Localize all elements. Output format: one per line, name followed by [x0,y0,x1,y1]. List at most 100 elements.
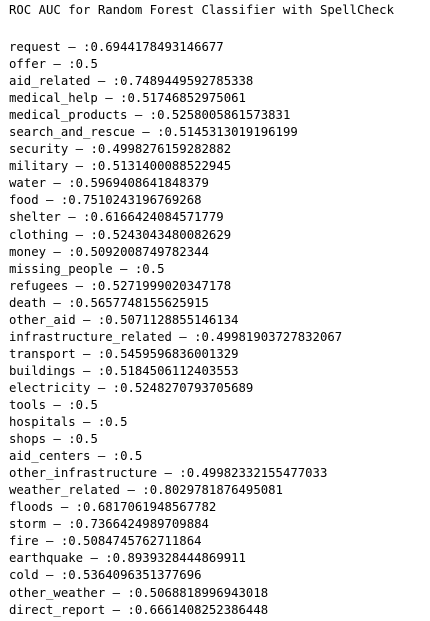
list-item: medical_products – :0.5258005861573831 [9,107,427,124]
roc-auc-value: 0.5 [120,449,143,464]
list-item: tools – :0.5 [9,397,427,414]
separator: – : [38,534,69,549]
roc-auc-value: 0.8939328444869911 [112,551,246,566]
document-title: ROC AUC for Random Forest Classifier wit… [9,3,394,17]
roc-auc-value: 0.49982332155477033 [186,466,328,481]
category-label: other_infrastructure [9,466,158,481]
separator: – : [75,346,106,361]
separator: – : [68,159,98,174]
separator: – : [105,602,135,617]
list-item: water – :0.5969408641848379 [9,175,427,192]
roc-auc-value: 0.5271999020347178 [97,278,232,293]
roc-auc-value: 0.5 [142,261,165,276]
output-document: ROC AUC for Random Forest Classifier wit… [9,2,427,619]
category-label: request [9,40,61,54]
separator: – : [68,278,98,293]
category-label: shelter [9,210,61,225]
roc-auc-value: 0.4998276159282882 [97,142,232,157]
list-item: other_infrastructure – :0.49982332155477… [9,465,427,482]
list-item: weather_related – :0.8029781876495081 [9,482,427,499]
roc-auc-value: 0.5364096351377696 [68,568,202,583]
category-label: medical_help [9,91,98,106]
category-label: military [9,159,69,174]
category-label: death [9,295,47,310]
roc-auc-value: 0.5084745762711864 [68,534,202,549]
roc-auc-value: 0.6944178493146677 [90,40,224,54]
roc-auc-value: 0.5969408641848379 [75,176,209,191]
separator: – : [90,449,121,464]
separator: – : [83,551,113,566]
roc-auc-value: 0.8029781876495081 [149,483,283,498]
category-label: security [9,142,69,157]
separator: – : [75,363,106,378]
separator: – : [127,108,158,123]
list-item: food – :0.7510243196769268 [9,192,427,209]
category-label: electricity [9,380,91,395]
category-label: water [9,176,47,191]
category-label: hospitals [9,415,76,430]
list-item: floods – :0.6817061948567782 [9,499,427,516]
separator: – : [134,125,165,140]
list-item: other_aid – :0.5071128855146134 [9,312,427,329]
list-item: storm – :0.7366424989709884 [9,516,427,533]
list-item: offer – :0.5 [9,56,427,73]
category-label: direct_report [9,602,106,617]
list-item: shops – :0.5 [9,431,427,448]
roc-auc-value: 0.5 [105,415,128,430]
category-label: infrastructure_related [9,329,172,344]
list-item: military – :0.5131400088522945 [9,158,427,175]
separator: – : [68,227,98,242]
roc-auc-value: 0.5092008749782344 [75,244,209,259]
roc-auc-value: 0.7510243196769268 [68,193,202,208]
category-label: money [9,244,47,259]
roc-auc-value: 0.5657748155625915 [75,295,209,310]
category-label: search_and_rescue [9,125,135,140]
category-label: tools [9,397,47,412]
list-item: buildings – :0.5184506112403553 [9,363,427,380]
category-label: aid_related [9,74,91,89]
roc-auc-value: 0.6817061948567782 [83,500,217,515]
list-item: money – :0.5092008749782344 [9,244,427,261]
separator: – : [46,432,76,447]
list-item: direct_report – :0.6661408252386448 [9,602,427,619]
separator: – : [75,415,106,430]
separator: – : [120,483,150,498]
separator: – : [68,142,98,157]
roc-auc-value: 0.49981903727832067 [201,329,343,344]
separator: – : [171,329,202,344]
roc-auc-value: 0.5248270793705689 [120,380,254,395]
category-label: clothing [9,227,69,242]
separator: – : [112,261,143,276]
category-label: refugees [9,278,69,293]
roc-auc-value: 0.6661408252386448 [134,602,269,617]
roc-auc-value: 0.5243043480082629 [97,227,232,242]
roc-auc-value: 0.5184506112403553 [105,363,239,378]
category-label: weather_related [9,483,121,498]
category-label: other_weather [9,585,106,600]
list-item: medical_help – :0.51746852975061 [9,90,427,107]
category-label: missing_people [9,261,113,276]
roc-auc-value: 0.5459596836001329 [105,346,239,361]
category-label: earthquake [9,551,84,566]
roc-auc-value: 0.5 [75,57,98,72]
roc-auc-value: 0.5 [75,432,98,447]
separator: – : [97,91,128,106]
roc-auc-value: 0.5131400088522945 [97,159,232,174]
list-item: fire – :0.5084745762711864 [9,533,427,550]
category-label: storm [9,517,47,532]
list-item: other_weather – :0.5068818996943018 [9,585,427,602]
list-item: search_and_rescue – :0.5145313019196199 [9,124,427,141]
category-label: other_aid [9,312,76,327]
roc-auc-value: 0.6166424084571779 [90,210,224,225]
list-item: hospitals – :0.5 [9,414,427,431]
roc-auc-value: 0.5145313019196199 [164,125,298,140]
list-item: refugees – :0.5271999020347178 [9,278,427,295]
list-item: aid_centers – :0.5 [9,448,427,465]
separator: – : [46,295,76,310]
category-label: floods [9,500,54,515]
separator: – : [38,193,69,208]
separator: – : [46,397,76,412]
category-label: medical_products [9,108,128,123]
list-item: cold – :0.5364096351377696 [9,567,427,584]
category-label: transport [9,346,76,361]
